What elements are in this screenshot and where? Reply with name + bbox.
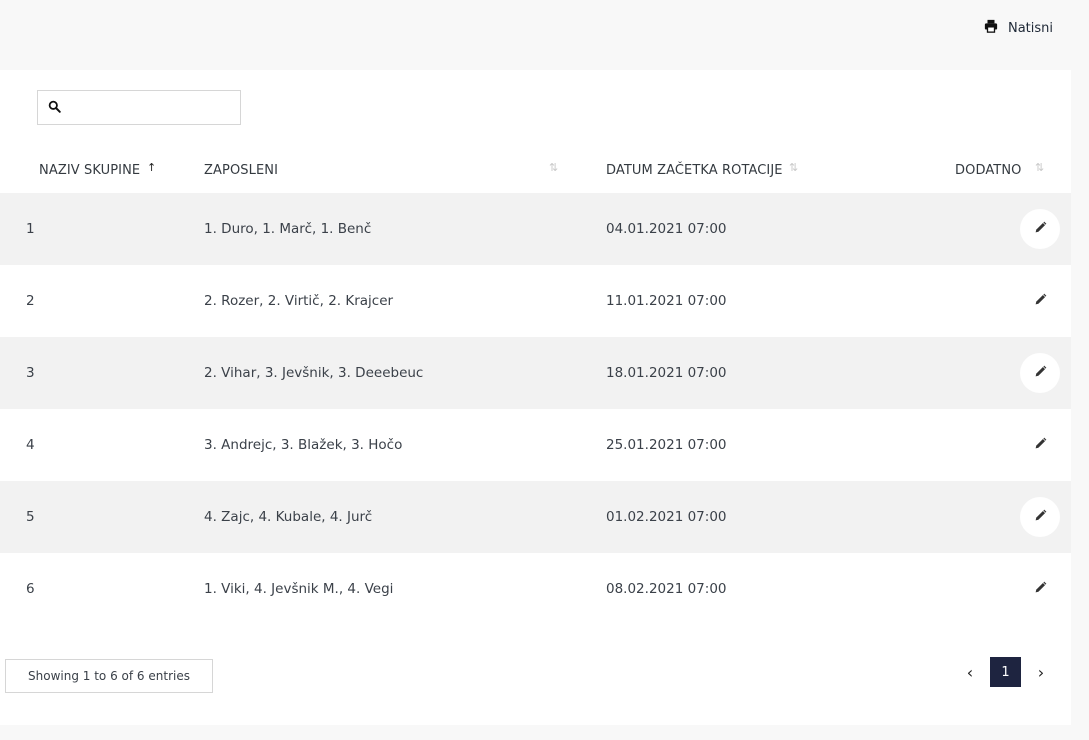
- cell-employees: 2. Vihar, 3. Jevšnik, 3. Deeebeuc: [204, 365, 424, 381]
- edit-button[interactable]: [1020, 497, 1060, 537]
- header-start-date[interactable]: DATUM ZAČETKA ROTACIJE: [606, 148, 783, 193]
- cell-start-date: 25.01.2021 07:00: [606, 437, 727, 453]
- pencil-icon: [1034, 365, 1047, 382]
- cell-start-date: 18.01.2021 07:00: [606, 365, 727, 381]
- cell-group: 5: [26, 509, 35, 525]
- cell-start-date: 08.02.2021 07:00: [606, 581, 727, 597]
- header-employees[interactable]: ZAPOSLENI: [204, 148, 278, 193]
- edit-button[interactable]: [1020, 353, 1060, 393]
- cell-group: 1: [26, 221, 35, 237]
- pagination: ‹ 1 ›: [960, 657, 1051, 687]
- header-group-label: NAZIV SKUPINE: [39, 163, 141, 178]
- header-group-name[interactable]: NAZIV SKUPINE: [39, 148, 140, 193]
- page-button-1[interactable]: 1: [990, 657, 1021, 687]
- next-page-button[interactable]: ›: [1031, 657, 1051, 687]
- cell-employees: 3. Andrejc, 3. Blažek, 3. Hočo: [204, 437, 403, 453]
- pencil-icon: [1034, 437, 1047, 454]
- search-field[interactable]: [37, 90, 241, 125]
- table-row: 5 4. Zajc, 4. Kubale, 4. Jurč 01.02.2021…: [0, 481, 1071, 553]
- pencil-icon: [1034, 221, 1047, 238]
- edit-button[interactable]: [1020, 281, 1060, 321]
- header-extra-label: DODATNO: [955, 163, 1022, 178]
- header-start-label: DATUM ZAČETKA ROTACIJE: [606, 163, 783, 178]
- sort-icon[interactable]: ⇅: [789, 161, 798, 174]
- cell-start-date: 04.01.2021 07:00: [606, 221, 727, 237]
- search-icon: [48, 98, 61, 117]
- header-extra[interactable]: DODATNO: [955, 148, 1022, 193]
- sort-icon[interactable]: ⇅: [549, 161, 558, 174]
- pencil-icon: [1034, 293, 1047, 310]
- edit-button[interactable]: [1020, 425, 1060, 465]
- cell-employees: 2. Rozer, 2. Virtič, 2. Krajcer: [204, 293, 394, 309]
- top-toolbar: Natisni: [0, 0, 1089, 70]
- table-row: 4 3. Andrejc, 3. Blažek, 3. Hočo 25.01.2…: [0, 409, 1071, 481]
- table-row: 3 2. Vihar, 3. Jevšnik, 3. Deeebeuc 18.0…: [0, 337, 1071, 409]
- table-row: 2 2. Rozer, 2. Virtič, 2. Krajcer 11.01.…: [0, 265, 1071, 337]
- cell-start-date: 01.02.2021 07:00: [606, 509, 727, 525]
- print-button[interactable]: Natisni: [984, 18, 1053, 38]
- cell-group: 6: [26, 581, 35, 597]
- cell-employees: 1. Duro, 1. Marč, 1. Benč: [204, 221, 372, 237]
- cell-employees: 1. Viki, 4. Jevšnik M., 4. Vegi: [204, 581, 394, 597]
- header-employees-label: ZAPOSLENI: [204, 163, 279, 178]
- pencil-icon: [1034, 509, 1047, 526]
- previous-page-button[interactable]: ‹: [960, 657, 980, 687]
- table-row: 6 1. Viki, 4. Jevšnik M., 4. Vegi 08.02.…: [0, 553, 1071, 625]
- cell-employees: 4. Zajc, 4. Kubale, 4. Jurč: [204, 509, 373, 525]
- cell-group: 4: [26, 437, 35, 453]
- print-icon: [984, 19, 998, 37]
- table-row: 1 1. Duro, 1. Marč, 1. Benč 04.01.2021 0…: [0, 193, 1071, 265]
- sort-asc-icon[interactable]: ↑: [147, 161, 156, 174]
- table-header: NAZIV SKUPINE ↑ ZAPOSLENI ⇅ DATUM ZAČETK…: [0, 148, 1071, 193]
- print-label: Natisni: [1007, 20, 1053, 36]
- entries-info: Showing 1 to 6 of 6 entries: [5, 659, 213, 693]
- edit-button[interactable]: [1020, 209, 1060, 249]
- search-input[interactable]: [67, 92, 237, 123]
- edit-button[interactable]: [1020, 569, 1060, 609]
- cell-start-date: 11.01.2021 07:00: [606, 293, 727, 309]
- sort-icon[interactable]: ⇅: [1035, 161, 1044, 174]
- pencil-icon: [1034, 581, 1047, 598]
- cell-group: 3: [26, 365, 35, 381]
- cell-group: 2: [26, 293, 35, 309]
- rotation-table-card: NAZIV SKUPINE ↑ ZAPOSLENI ⇅ DATUM ZAČETK…: [0, 70, 1071, 725]
